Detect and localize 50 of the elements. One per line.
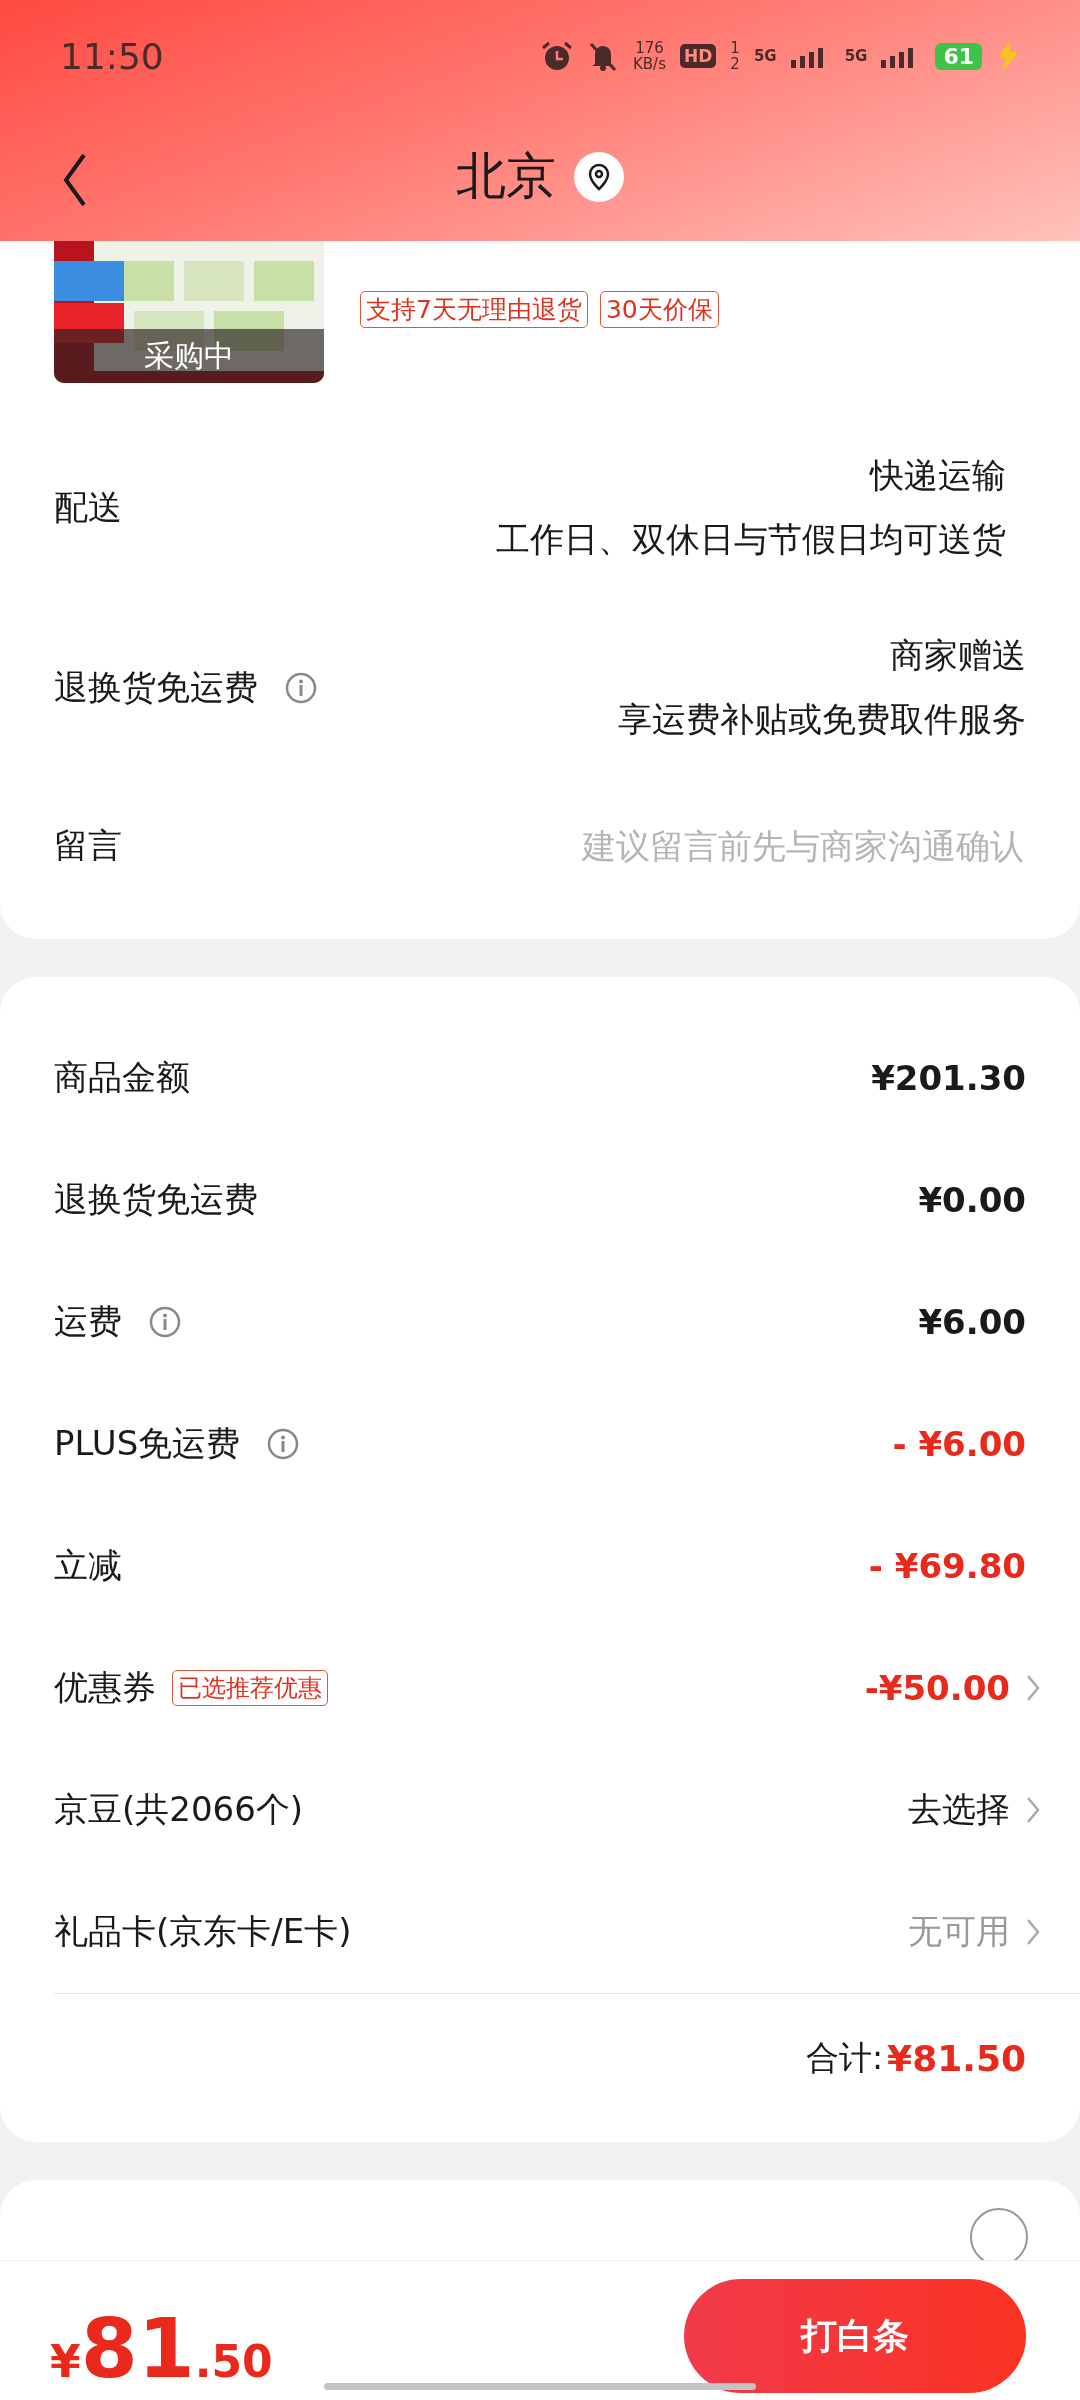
row-label: 退换货免运费 (54, 666, 258, 709)
row-subtext: 工作日、双休日与节假日均可送货 (496, 518, 1006, 561)
battery-level: 61 (935, 42, 982, 70)
row-value: 快递运输 (870, 454, 1006, 497)
status-badge: 采购中 (54, 329, 324, 383)
service-tag: 支持7天无理由退货 (360, 291, 588, 328)
pay-button[interactable]: 打白条 (684, 2279, 1026, 2393)
row-value: ¥0.00 (918, 1180, 1026, 1220)
row-label: 配送 (54, 486, 122, 529)
bell-muted-icon (587, 40, 619, 72)
network-type: 5G (753, 48, 777, 64)
row-label: 优惠券 (54, 1666, 156, 1709)
row-value[interactable]: -¥50.00 (864, 1668, 1010, 1708)
total-label: 合计: (805, 2036, 884, 2079)
net-speed-unit: KB/s (633, 56, 666, 72)
row-label: 留言 (54, 824, 122, 867)
hd-badge: HD (680, 44, 717, 68)
info-icon[interactable] (266, 1427, 301, 1461)
row-value: 商家赠送 (890, 634, 1026, 677)
net-speed: 176 (635, 40, 664, 56)
row-label: 商品金额 (54, 1056, 190, 1099)
location-pin-icon[interactable] (574, 151, 624, 202)
row-label: 礼品卡(京东卡/E卡) (54, 1910, 352, 1953)
total-value: ¥81.50 (887, 2037, 1026, 2079)
row-label: 立减 (54, 1544, 122, 1587)
network-type: 5G (844, 48, 868, 64)
row-value: ¥201.30 (871, 1058, 1026, 1098)
alarm-icon (541, 40, 573, 72)
info-icon[interactable] (284, 671, 318, 705)
back-icon[interactable] (62, 152, 88, 208)
row-value: - ¥69.80 (868, 1546, 1026, 1586)
location-title: 北京 (456, 146, 556, 207)
status-time: 11:50 (60, 35, 164, 77)
service-tag: 30天价保 (599, 291, 719, 328)
row-value[interactable]: 无可用 (908, 1909, 1010, 1955)
row-label: 退换货免运费 (54, 1178, 258, 1221)
row-label: 京豆(共2066个) (54, 1788, 304, 1831)
row-label: 运费 (54, 1300, 122, 1343)
row-subtext: 享运费补贴或免费取件服务 (618, 698, 1026, 741)
row-value: - ¥6.00 (892, 1424, 1026, 1464)
sim-number: 2 (730, 56, 740, 72)
info-icon[interactable] (148, 1305, 182, 1339)
sim-number: 1 (730, 40, 740, 56)
total-price: ¥81.50 (50, 2301, 273, 2396)
row-label: PLUS免运费 (54, 1422, 241, 1465)
row-value: ¥6.00 (918, 1302, 1026, 1342)
row-value[interactable]: 去选择 (908, 1787, 1010, 1833)
coupon-tag: 已选推荐优惠 (172, 1670, 328, 1706)
message-field[interactable]: 建议留言前先与商家沟通确认 (462, 825, 1026, 867)
charging-icon (996, 40, 1020, 72)
